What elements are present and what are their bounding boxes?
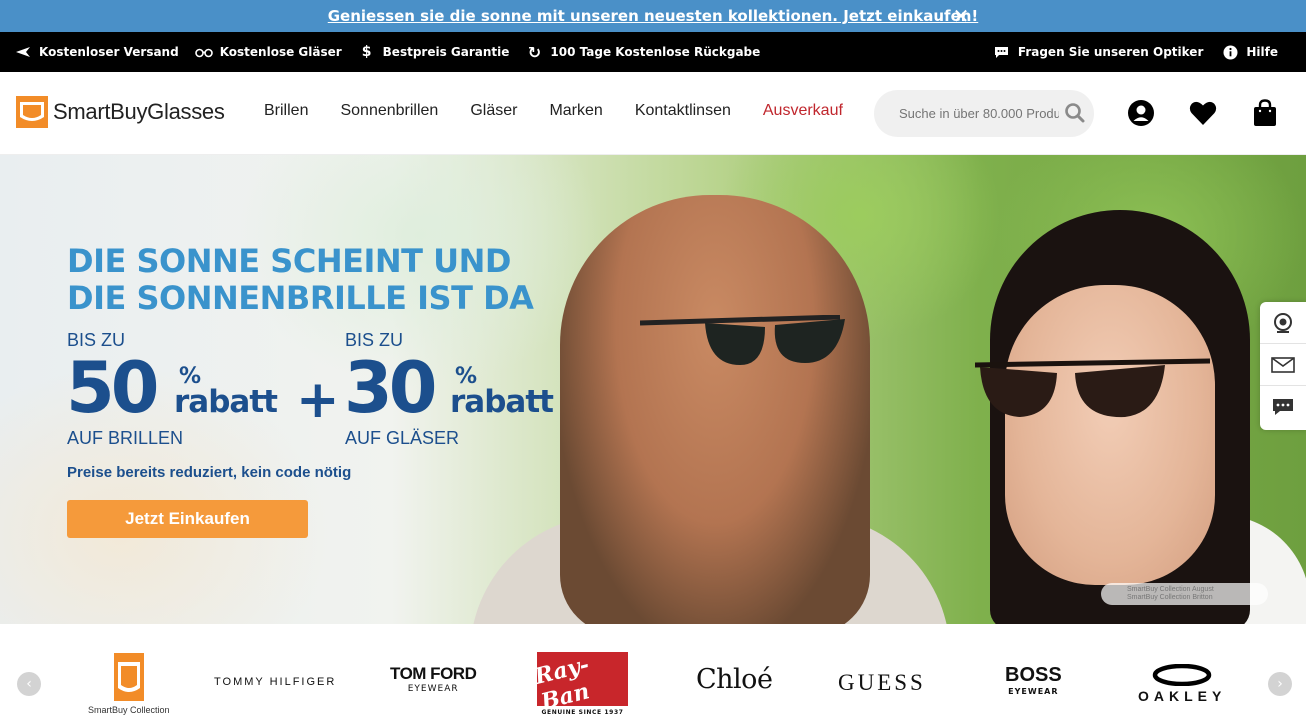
nav-glaeser[interactable]: Gläser xyxy=(470,102,517,120)
hero-photo-woman xyxy=(1005,285,1215,585)
cart-bag-icon[interactable] xyxy=(1250,98,1280,128)
hero-sunglasses-woman xyxy=(975,358,1210,418)
hero-headline-line2: DIE SONNENBRILLE IST DA xyxy=(67,279,534,317)
brand-oakley[interactable]: OAKLEY xyxy=(1138,664,1226,704)
offer1-rabatt: rabatt xyxy=(174,384,278,420)
hero-photo-man xyxy=(560,195,870,624)
service-label: Fragen Sie unseren Optiker xyxy=(1017,45,1204,59)
plane-icon xyxy=(14,44,32,60)
brand-sub: EYEWEAR xyxy=(407,684,459,694)
shop-now-button[interactable]: Jetzt Einkaufen xyxy=(67,500,308,538)
brand-tom-ford[interactable]: TOM FORD EYEWEAR xyxy=(390,664,477,694)
carousel-next-chevron-icon[interactable]: › xyxy=(1268,672,1292,696)
service-item-shipping[interactable]: Kostenloser Versand xyxy=(14,44,179,60)
brand-sub: EYEWEAR xyxy=(1008,687,1059,696)
brand-carousel: ‹ SmartBuy Collection TOMMY HILFIGER TOM… xyxy=(0,624,1306,718)
nav-sonnenbrillen[interactable]: Sonnenbrillen xyxy=(340,102,438,120)
close-icon[interactable]: ✕ xyxy=(950,4,972,28)
brand-name: OAKLEY xyxy=(1138,688,1227,704)
nav-marken[interactable]: Marken xyxy=(549,102,602,120)
service-item-lenses[interactable]: Kostenlose Gläser xyxy=(194,44,342,60)
brand-name: TOMMY HILFIGER xyxy=(214,676,337,688)
promo-bar: Geniessen sie die sonne mit unseren neue… xyxy=(0,0,1306,32)
promo-link[interactable]: Geniessen sie die sonne mit unseren neue… xyxy=(328,7,979,25)
offer-plus: + xyxy=(296,370,340,430)
smartbuy-collection-logo-icon xyxy=(113,653,144,701)
brand-name: Chloé xyxy=(696,664,773,695)
virtual-try-on-webcam-icon[interactable] xyxy=(1260,302,1306,344)
service-item-optician[interactable]: Fragen Sie unseren Optiker xyxy=(993,44,1203,60)
email-icon[interactable] xyxy=(1260,344,1306,386)
brand-guess[interactable]: GUESS xyxy=(838,670,926,696)
glasses-icon xyxy=(194,44,213,60)
offer1-number: 50 xyxy=(66,347,159,429)
live-chat-icon[interactable] xyxy=(1260,386,1306,428)
account-icon[interactable] xyxy=(1126,98,1156,128)
offer2-post: AUF GLÄSER xyxy=(345,428,460,448)
search-input[interactable] xyxy=(899,106,1059,121)
brand-name: Ray-Ban xyxy=(532,651,593,716)
credit-line2: SmartBuy Collection Britton xyxy=(1127,594,1213,601)
brand-boss[interactable]: BOSS EYEWEAR xyxy=(1005,664,1062,696)
brand-smartbuy-collection[interactable]: SmartBuy Collection xyxy=(88,652,170,715)
nav-ausverkauf[interactable]: Ausverkauf xyxy=(763,102,843,120)
info-icon xyxy=(1221,44,1239,60)
nav-kontaktlinsen[interactable]: Kontaktlinsen xyxy=(635,102,731,120)
hero-banner[interactable]: DIE SONNE SCHEINT UND DIE SONNENBRILLE I… xyxy=(0,155,1306,624)
brand-chloe[interactable]: Chloé xyxy=(696,664,773,695)
nav-brillen[interactable]: Brillen xyxy=(264,102,308,120)
chat-icon xyxy=(993,44,1011,60)
service-item-price[interactable]: $ Bestpreis Garantie xyxy=(358,44,510,60)
logo-text: SmartBuyGlasses xyxy=(53,99,225,124)
offer2-rabatt: rabatt xyxy=(450,384,554,420)
brand-name: TOM FORD xyxy=(390,664,477,683)
search-icon[interactable] xyxy=(1064,102,1086,128)
service-label: Kostenloser Versand xyxy=(39,45,179,59)
hero-sunglasses-man xyxy=(640,315,845,365)
offer1-post: AUF BRILLEN xyxy=(67,428,184,448)
brand-name: BOSS xyxy=(1005,664,1062,686)
brand-tommy-hilfiger[interactable]: TOMMY HILFIGER xyxy=(214,676,336,688)
logo[interactable]: SmartBuyGlasses xyxy=(15,92,225,132)
brand-name: SmartBuy Collection xyxy=(88,705,170,715)
side-widget xyxy=(1260,302,1306,430)
brand-ray-ban[interactable]: Ray-Ban GENUINE SINCE 1937 xyxy=(532,651,628,716)
service-label: Hilfe xyxy=(1246,45,1278,59)
carousel-prev-chevron-icon[interactable]: ‹ xyxy=(17,672,41,696)
photo-credit: SmartBuy Collection August SmartBuy Coll… xyxy=(1101,583,1268,605)
wishlist-heart-icon[interactable] xyxy=(1188,98,1218,128)
oakley-ellipse-logo-icon xyxy=(1152,664,1212,686)
hero-headline-line1: DIE SONNE SCHEINT UND xyxy=(67,242,511,280)
service-item-returns[interactable]: ↻ 100 Tage Kostenlose Rückgabe xyxy=(525,42,761,62)
ray-ban-logo: Ray-Ban xyxy=(532,651,628,715)
hero-headline: DIE SONNE SCHEINT UND DIE SONNENBRILLE I… xyxy=(67,242,534,317)
brand-name: GUESS xyxy=(838,670,926,695)
service-bar: Kostenloser Versand Kostenlose Gläser $ … xyxy=(0,32,1306,72)
main-nav: Brillen Sonnenbrillen Gläser Marken Kont… xyxy=(264,102,875,120)
site-header: SmartBuyGlasses Brillen Sonnenbrillen Gl… xyxy=(0,72,1306,155)
service-label: Bestpreis Garantie xyxy=(382,45,510,59)
service-label: Kostenlose Gläser xyxy=(219,45,342,59)
search-box xyxy=(874,90,1094,137)
offer2-number: 30 xyxy=(344,347,437,429)
credit-line1: SmartBuy Collection August xyxy=(1127,586,1214,593)
hero-note: Preise bereits reduziert, kein code nöti… xyxy=(67,464,352,481)
refresh-icon: ↻ xyxy=(527,42,542,62)
dollar-icon: $ xyxy=(361,44,372,60)
logo-glasses-icon xyxy=(15,92,48,132)
service-item-help[interactable]: Hilfe xyxy=(1221,44,1278,60)
service-label: 100 Tage Kostenlose Rückgabe xyxy=(550,45,761,59)
